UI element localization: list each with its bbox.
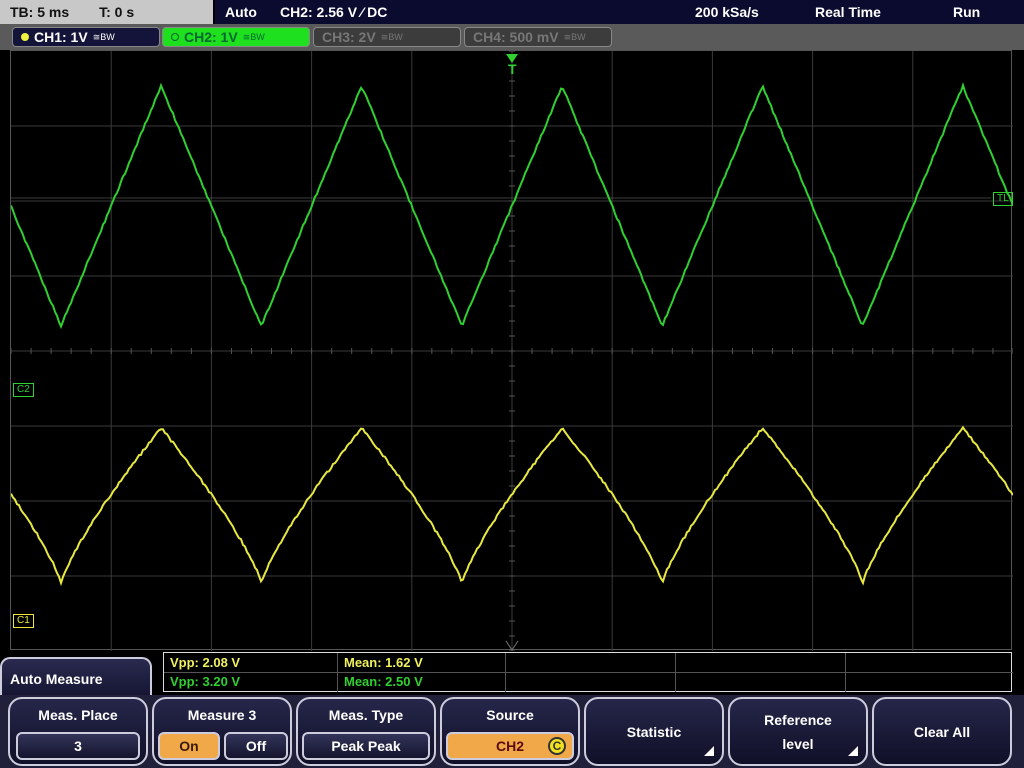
ch3-coupling: ≅BW [381,32,403,43]
ch3-label: CH3: 2V [322,29,376,45]
sample-rate: 200 kSa/s [695,4,759,20]
meas-type-label: Meas. Type [298,707,434,723]
measurement-cell: Vpp: 2.08 V [164,653,338,673]
channel-ch3[interactable]: CH3: 2V ≅BW [313,27,461,47]
meas-place-key[interactable]: Meas. Place 3 [8,697,148,766]
channel-ch2[interactable]: CH2: 1V ≅BW [162,27,310,47]
ch4-label: CH4: 500 mV [473,29,559,45]
measurement-table: Vpp: 2.08 V Mean: 1.62 V Vpp: 3.20 V Mean: … [163,652,1012,692]
acquisition-mode: Real Time [815,4,881,20]
submenu-triangle-icon [848,746,858,756]
clear-all-label: Clear All [874,699,1010,764]
ch1-coupling: ≅BW [93,32,115,43]
measure3-label: Measure 3 [154,707,290,723]
trigger-time: T: 0 s [99,4,134,20]
meas-place-value[interactable]: 3 [16,732,140,760]
ch2-offset-marker[interactable]: C2 [13,383,34,397]
measure3-off-button[interactable]: Off [224,732,288,760]
channel-ch1[interactable]: CH1: 1V ≅BW [12,27,160,47]
timebase-box[interactable]: TB: 5 ms T: 0 s [0,0,213,24]
meas-type-value[interactable]: Peak Peak [302,732,430,760]
submenu-triangle-icon [704,746,714,756]
source-label: Source [442,707,578,723]
status-bar: Auto CH2: 2.56 V ⁄ DC 200 kSa/s Real Tim… [215,0,1024,24]
trigger-level-marker[interactable]: TL [993,192,1013,206]
measurement-cell: Mean: 2.50 V [338,672,506,692]
run-state[interactable]: Run [953,4,980,20]
meas-place-label: Meas. Place [10,707,146,723]
ch1-label: CH1: 1V [34,29,88,45]
timebase: TB: 5 ms [10,4,69,20]
ch1-offset-marker[interactable]: C1 [13,614,34,628]
measurement-cell [506,672,676,692]
ch1-dot-icon [21,33,29,41]
c-circle-icon: C [548,737,566,755]
measure3-key[interactable]: Measure 3 On Off [152,697,292,766]
reference-level-key[interactable]: Reference level [728,697,868,766]
clear-all-key[interactable]: Clear All [872,697,1012,766]
channel-bar: CH1: 1V ≅BW CH2: 1V ≅BW CH3: 2V ≅BW CH4: 50… [0,24,1024,50]
softkey-bar: Meas. Place 3 Measure 3 On Off Meas. Typ… [0,695,1024,768]
statistic-key[interactable]: Statistic [584,697,724,766]
measurement-cell [676,672,846,692]
source-value[interactable]: CH2 C [446,732,574,760]
trigger-position-marker[interactable]: T [505,63,520,75]
measurement-cell [846,653,1013,673]
meas-type-key[interactable]: Meas. Type Peak Peak [296,697,436,766]
ch2-dot-icon [171,33,179,41]
measurement-cell [506,653,676,673]
statistic-label: Statistic [586,699,722,764]
waveform-display[interactable]: C2 C1 TL T [10,50,1012,650]
reference-level-label-2: level [782,732,813,756]
scope-grid [11,51,1013,651]
measurement-cell [676,653,846,673]
source-value-text: CH2 [496,738,524,754]
measure3-on-button[interactable]: On [158,732,220,760]
ch2-label: CH2: 1V [184,29,238,45]
trigger-info[interactable]: CH2: 2.56 V ⁄ DC [280,4,387,20]
measurement-cell: Mean: 1.62 V [338,653,506,673]
ch4-coupling: ≅BW [564,32,586,43]
measurement-cell: Vpp: 3.20 V [164,672,338,692]
source-key[interactable]: Source CH2 C [440,697,580,766]
reference-level-label-1: Reference [764,708,832,732]
ch2-coupling: ≅BW [243,32,265,43]
trigger-mode[interactable]: Auto [225,4,257,20]
channel-ch4[interactable]: CH4: 500 mV ≅BW [464,27,612,47]
measurement-cell [846,672,1013,692]
